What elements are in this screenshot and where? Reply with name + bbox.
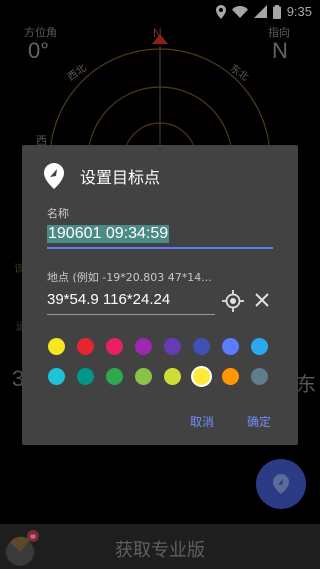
waypoint-fab-icon bbox=[273, 474, 289, 494]
color-swatch[interactable] bbox=[106, 338, 123, 355]
color-swatch[interactable] bbox=[193, 338, 210, 355]
color-swatch[interactable] bbox=[48, 338, 65, 355]
confirm-button[interactable]: 确定 bbox=[247, 413, 271, 430]
color-swatch[interactable] bbox=[77, 368, 94, 385]
close-icon[interactable] bbox=[254, 292, 270, 308]
location-field[interactable]: 39*54.9 116*24.24 bbox=[47, 289, 215, 315]
color-swatch[interactable] bbox=[251, 338, 268, 355]
location-label: 地点 (例如 -19*20.803 47*14... bbox=[47, 271, 212, 284]
color-swatch[interactable] bbox=[191, 366, 212, 387]
color-swatch[interactable] bbox=[164, 368, 181, 385]
color-swatch[interactable] bbox=[164, 338, 181, 355]
name-label: 名称 bbox=[47, 207, 69, 220]
color-swatch[interactable] bbox=[222, 338, 239, 355]
add-waypoint-button[interactable] bbox=[256, 459, 306, 509]
color-swatch[interactable] bbox=[48, 368, 65, 385]
set-target-dialog: 设置目标点 名称 190601 09:34:59 地点 (例如 -19*20.8… bbox=[22, 145, 298, 445]
color-swatch[interactable] bbox=[251, 368, 268, 385]
color-swatch[interactable] bbox=[106, 368, 123, 385]
color-swatch[interactable] bbox=[135, 368, 152, 385]
waypoint-icon bbox=[44, 163, 64, 189]
color-swatch[interactable] bbox=[222, 368, 239, 385]
pro-label: 获取专业版 bbox=[115, 540, 205, 561]
name-field[interactable]: 190601 09:34:59 bbox=[47, 223, 273, 249]
color-swatch[interactable] bbox=[77, 338, 94, 355]
name-value: 190601 09:34:59 bbox=[47, 225, 170, 243]
cancel-button[interactable]: 取消 bbox=[190, 413, 214, 430]
color-swatch[interactable] bbox=[135, 338, 152, 355]
dialog-title: 设置目标点 bbox=[80, 168, 161, 187]
pro-banner[interactable]: 获取专业版 bbox=[0, 524, 320, 569]
gps-target-icon[interactable] bbox=[222, 290, 244, 312]
location-value: 39*54.9 116*24.24 bbox=[47, 291, 171, 308]
